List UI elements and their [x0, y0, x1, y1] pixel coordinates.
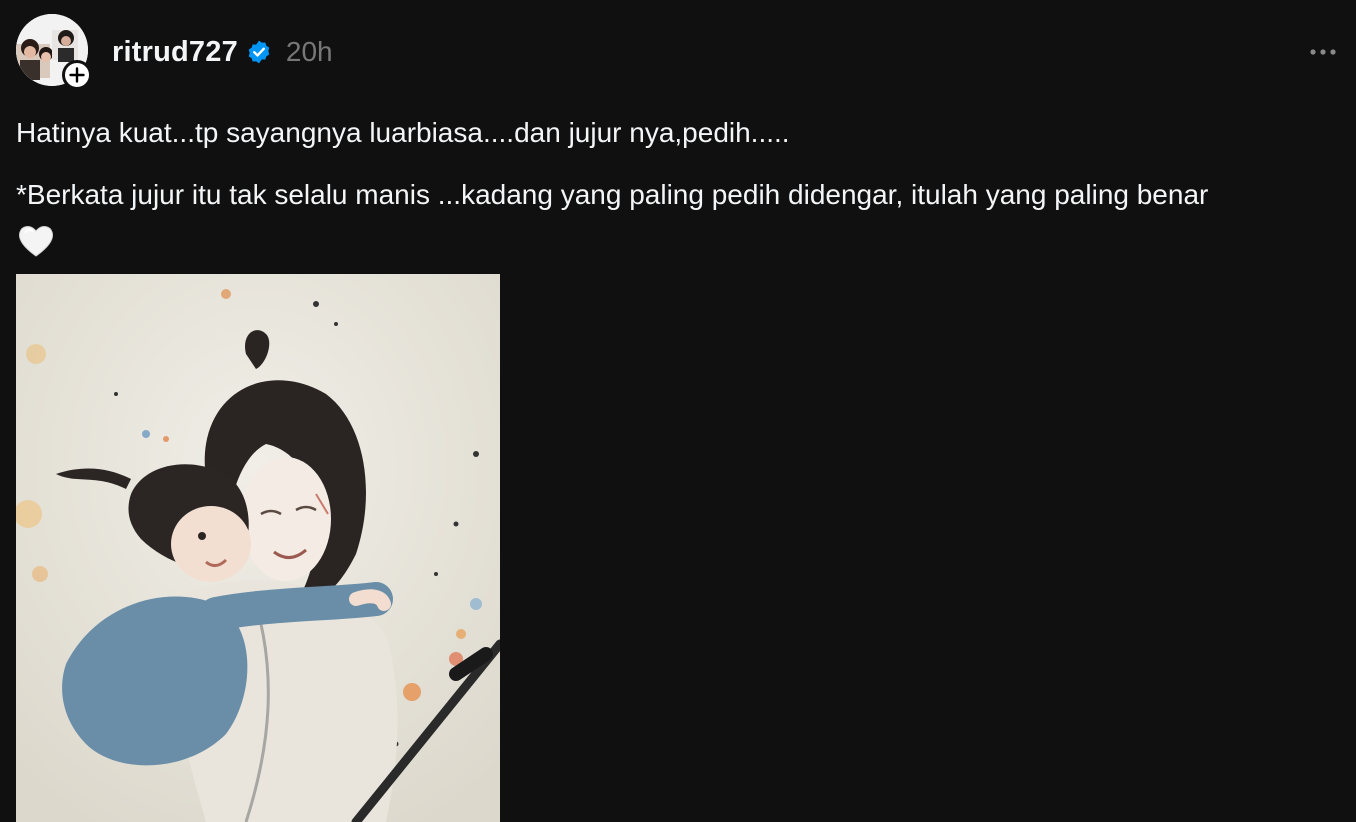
- caption-line-2: *Berkata jujur itu tak selalu manis ...k…: [16, 174, 1336, 261]
- white-heart-icon: [16, 221, 56, 261]
- verified-badge-icon: [246, 39, 272, 65]
- username-link[interactable]: ritrud727: [112, 36, 238, 69]
- more-options-button[interactable]: [1308, 38, 1338, 66]
- more-horizontal-icon: [1310, 49, 1336, 55]
- post-image[interactable]: [16, 274, 500, 822]
- post-timestamp: 20h: [285, 36, 333, 67]
- follow-button[interactable]: [62, 60, 92, 90]
- post-caption: Hatinya kuat...tp sayangnya luarbiasa...…: [16, 112, 1336, 261]
- thread-post: ritrud727 20h Hatinya kuat...tp sayangny…: [0, 0, 1356, 822]
- author-avatar-wrap[interactable]: [16, 14, 92, 90]
- plus-icon: [69, 67, 85, 83]
- post-header: ritrud727 20h: [112, 30, 333, 74]
- caption-line-2-text: *Berkata jujur itu tak selalu manis ...k…: [16, 179, 1209, 210]
- caption-line-1: Hatinya kuat...tp sayangnya luarbiasa...…: [16, 117, 790, 148]
- illustration-mother-child-icon: [16, 274, 500, 822]
